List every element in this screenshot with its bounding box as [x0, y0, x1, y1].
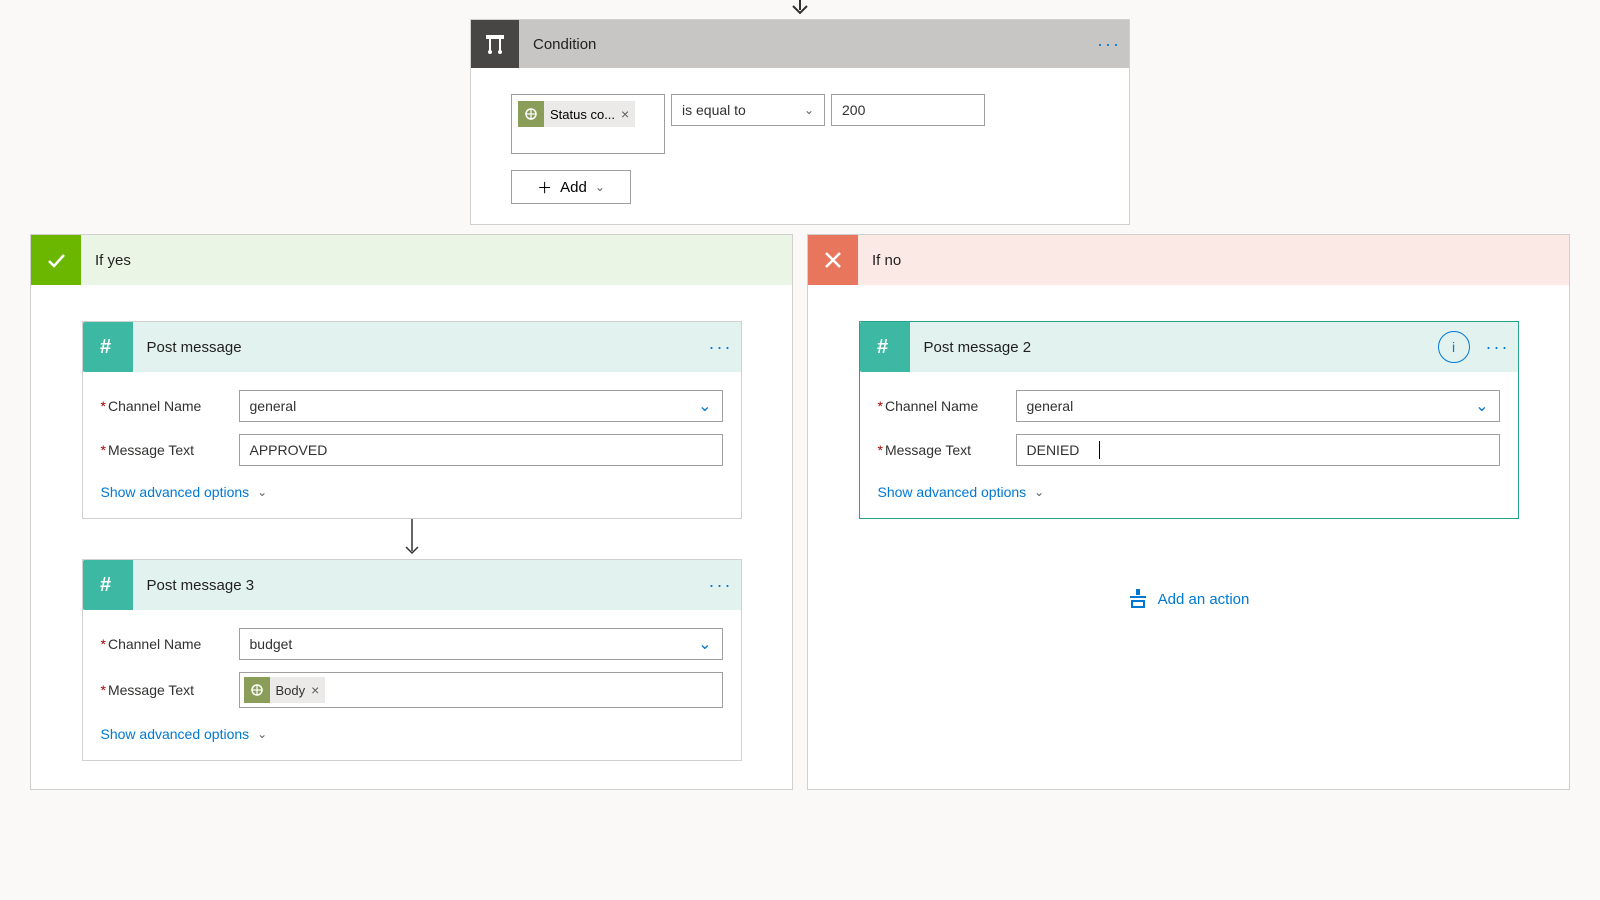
text-cursor	[1099, 441, 1100, 459]
if-no-header: If no	[808, 235, 1569, 285]
channel-name-select[interactable]: general ⌄	[1016, 390, 1500, 422]
if-no-title: If no	[858, 252, 1569, 269]
message-text-label: *Message Text	[878, 442, 1016, 458]
chevron-down-icon: ⌄	[698, 634, 711, 654]
message-text-label: *Message Text	[101, 442, 239, 458]
close-icon	[808, 235, 858, 285]
operator-value: is equal to	[682, 102, 746, 118]
action-header[interactable]: # Post message 3 ···	[83, 560, 741, 610]
post-message-3-card: # Post message 3 ··· *Channel Name budge…	[82, 559, 742, 761]
action-title: Post message 3	[133, 577, 701, 594]
channel-value: general	[250, 398, 297, 414]
condition-icon	[471, 20, 519, 68]
slack-hash-icon: #	[860, 322, 910, 372]
http-icon	[518, 101, 544, 127]
message-value: DENIED	[1027, 442, 1080, 458]
condition-value-input[interactable]	[831, 94, 985, 126]
condition-operator-select[interactable]: is equal to ⌄	[671, 94, 825, 126]
flow-arrow-top	[790, 0, 810, 18]
condition-branches: If yes # Post message ··· *Channel Name …	[30, 234, 1570, 790]
slack-hash-icon: #	[83, 560, 133, 610]
condition-header[interactable]: Condition ···	[471, 20, 1129, 68]
show-advanced-options[interactable]: Show advanced options ⌄	[101, 478, 723, 514]
http-icon	[244, 677, 270, 703]
svg-text:#: #	[100, 336, 111, 358]
info-icon[interactable]: i	[1438, 331, 1470, 363]
message-text-input[interactable]: APPROVED	[239, 434, 723, 466]
condition-left-operand[interactable]: Status co... ×	[511, 94, 665, 154]
chevron-down-icon: ⌄	[804, 103, 814, 117]
message-text-input[interactable]: Body ×	[239, 672, 723, 708]
message-text-label: *Message Text	[101, 682, 239, 698]
chevron-down-icon: ⌄	[698, 396, 711, 416]
channel-value: general	[1027, 398, 1074, 414]
chevron-down-icon: ⌄	[1475, 396, 1488, 416]
more-menu-button[interactable]: ···	[701, 337, 741, 358]
condition-card: Condition ··· Status co... × is equal to…	[470, 19, 1130, 225]
condition-body: Status co... × is equal to ⌄ ＋ Add ⌄	[471, 68, 1129, 224]
more-menu-button[interactable]: ···	[701, 575, 741, 596]
add-label: Add	[560, 179, 587, 196]
chevron-down-icon: ⌄	[595, 180, 605, 194]
add-condition-button[interactable]: ＋ Add ⌄	[511, 170, 631, 204]
channel-name-label: *Channel Name	[101, 636, 239, 652]
add-action-icon	[1128, 589, 1148, 609]
message-text-input[interactable]: DENIED	[1016, 434, 1500, 466]
action-title: Post message	[133, 339, 701, 356]
action-header[interactable]: # Post message ···	[83, 322, 741, 372]
check-icon	[31, 235, 81, 285]
dynamic-token-status-code[interactable]: Status co... ×	[518, 101, 635, 127]
post-message-card: # Post message ··· *Channel Name general…	[82, 321, 742, 519]
svg-text:#: #	[100, 574, 111, 596]
chevron-down-icon: ⌄	[1034, 485, 1044, 499]
if-yes-branch: If yes # Post message ··· *Channel Name …	[30, 234, 793, 790]
post-message-2-card: # Post message 2 i ··· *Channel Name gen…	[859, 321, 1519, 519]
more-menu-button[interactable]: ···	[1478, 337, 1518, 358]
channel-name-select[interactable]: budget ⌄	[239, 628, 723, 660]
token-label: Status co...	[550, 107, 615, 122]
plus-icon: ＋	[537, 177, 552, 198]
show-advanced-options[interactable]: Show advanced options ⌄	[101, 720, 723, 756]
if-yes-header: If yes	[31, 235, 792, 285]
condition-title: Condition	[519, 36, 1089, 53]
channel-name-label: *Channel Name	[101, 398, 239, 414]
if-yes-title: If yes	[81, 252, 792, 269]
token-remove-icon[interactable]: ×	[311, 682, 319, 698]
channel-name-label: *Channel Name	[878, 398, 1016, 414]
flow-arrow	[51, 519, 772, 559]
dynamic-token-body[interactable]: Body ×	[244, 677, 326, 703]
channel-name-select[interactable]: general ⌄	[239, 390, 723, 422]
channel-value: budget	[250, 636, 293, 652]
more-menu-button[interactable]: ···	[1089, 34, 1129, 55]
add-action-label: Add an action	[1158, 591, 1250, 608]
chevron-down-icon: ⌄	[257, 485, 267, 499]
token-remove-icon[interactable]: ×	[621, 106, 629, 122]
svg-text:#: #	[877, 336, 888, 358]
token-label: Body	[276, 683, 306, 698]
action-header[interactable]: # Post message 2 i ···	[860, 322, 1518, 372]
chevron-down-icon: ⌄	[257, 727, 267, 741]
add-an-action-button[interactable]: Add an action	[828, 589, 1549, 609]
message-value: APPROVED	[250, 442, 328, 458]
slack-hash-icon: #	[83, 322, 133, 372]
show-advanced-options[interactable]: Show advanced options ⌄	[878, 478, 1500, 514]
if-no-branch: If no # Post message 2 i ··· *Channel Na…	[807, 234, 1570, 790]
action-title: Post message 2	[910, 339, 1438, 356]
